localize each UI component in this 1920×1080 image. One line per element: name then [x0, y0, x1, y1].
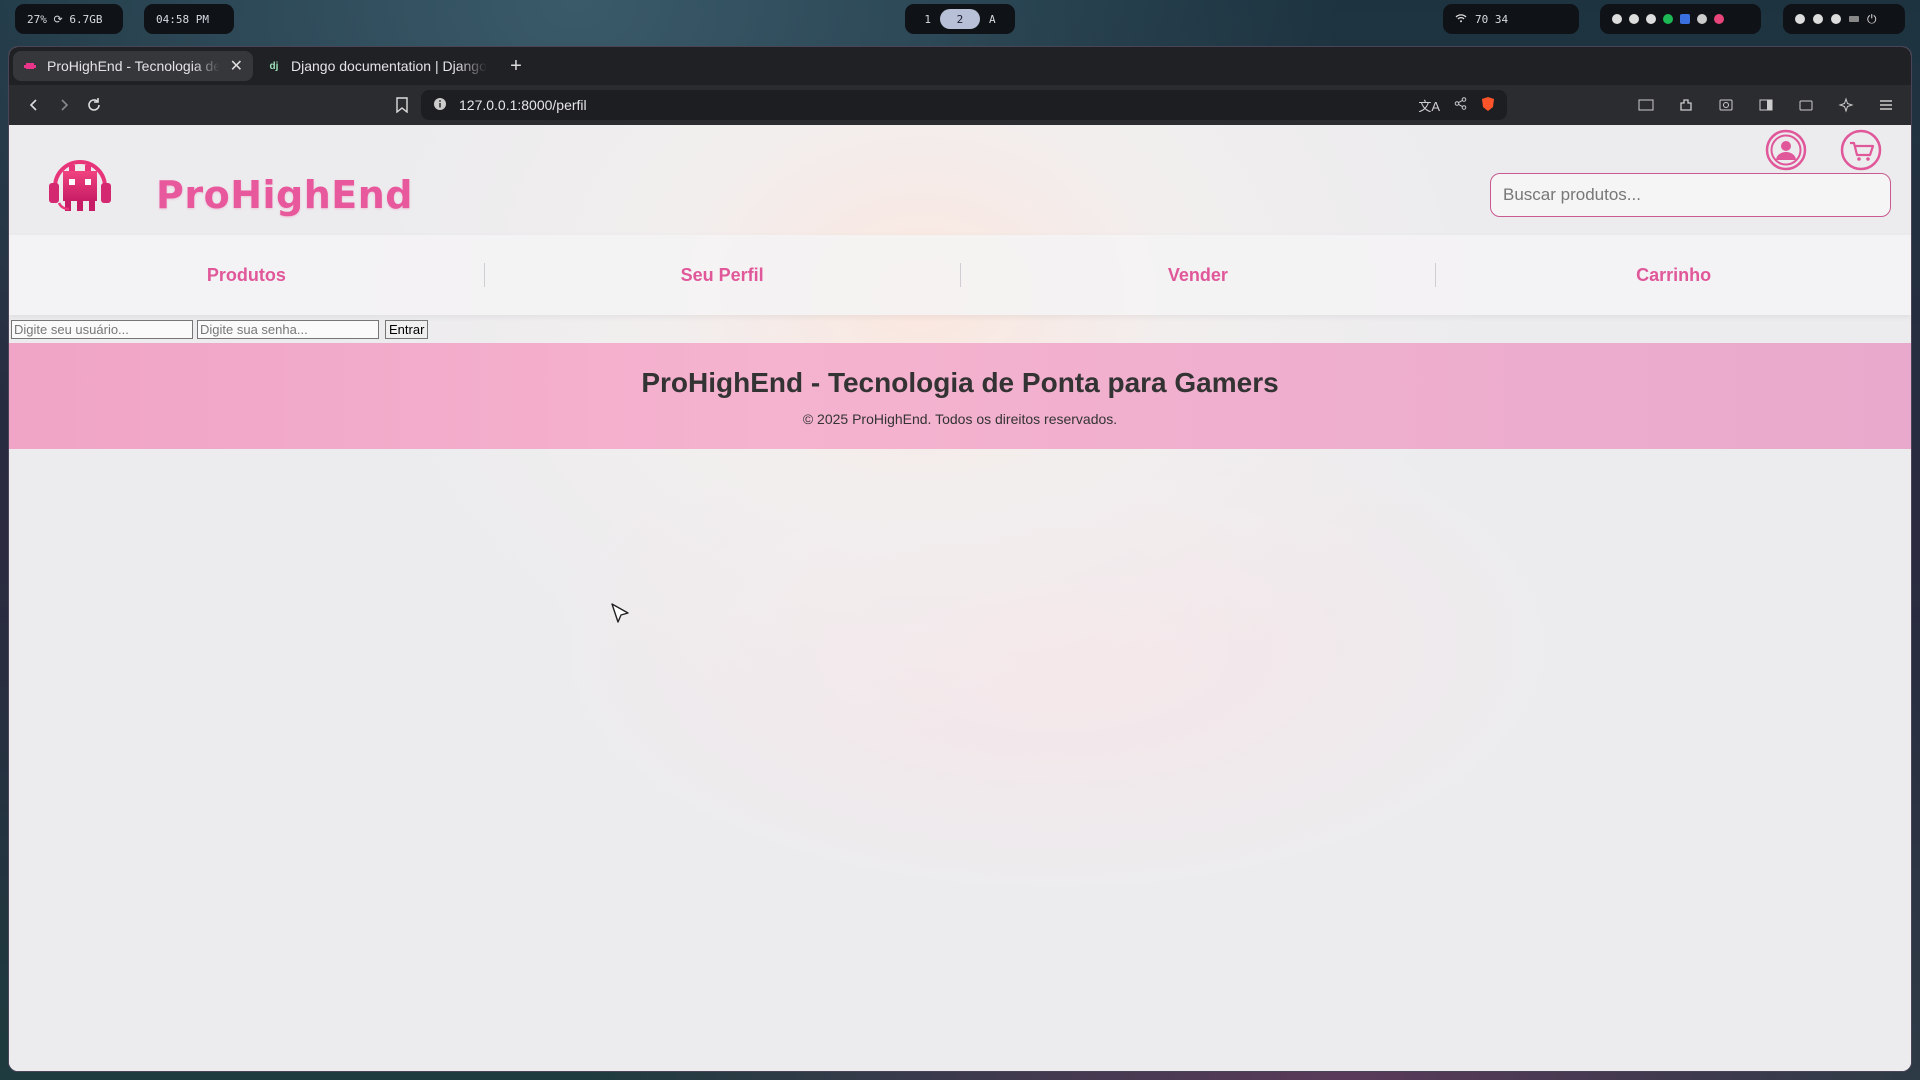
- new-tab-button[interactable]: +: [501, 55, 531, 78]
- tab-strip: ProHighEnd - Tecnologia de Ponta para Ga…: [9, 47, 1911, 85]
- wifi-icon: [1455, 13, 1467, 26]
- brightness-icon[interactable]: [1646, 14, 1656, 24]
- web-page: ProHighEnd Produtos: [9, 125, 1911, 1071]
- screenshot-icon[interactable]: [1711, 90, 1741, 120]
- login-button[interactable]: Entrar: [385, 319, 429, 339]
- nav-produtos[interactable]: Produtos: [9, 265, 484, 286]
- search-input[interactable]: [1490, 173, 1891, 217]
- files-icon[interactable]: [1831, 14, 1841, 24]
- system-bar: 27% ⟳ 6.7GB 04:58 PM 1 2 A 70 34 ⏻: [0, 0, 1920, 38]
- main-nav: Produtos Seu Perfil Vender Carrinho: [9, 235, 1911, 315]
- spotify-icon[interactable]: [1663, 14, 1673, 24]
- workspace-switcher[interactable]: 1 2 A: [905, 4, 1015, 34]
- share-icon[interactable]: [1454, 97, 1467, 113]
- username-input[interactable]: [11, 319, 193, 339]
- invader-logo-icon[interactable]: [45, 151, 115, 221]
- django-favicon-icon: dj: [269, 60, 279, 72]
- sidebar-icon[interactable]: [1751, 90, 1781, 120]
- power-icon[interactable]: ⏻: [1867, 12, 1877, 27]
- login-form: Entrar: [9, 315, 1911, 343]
- bookmark-icon[interactable]: [387, 90, 417, 120]
- nav-seu-perfil[interactable]: Seu Perfil: [485, 265, 960, 286]
- session-icons: ⏻: [1783, 4, 1905, 34]
- reload-icon[interactable]: [79, 90, 109, 120]
- mouse-cursor-icon: [610, 602, 630, 629]
- bitwarden-icon[interactable]: [1680, 14, 1690, 24]
- password-input[interactable]: [197, 319, 379, 339]
- invader-favicon-icon: [23, 59, 37, 73]
- cast-icon[interactable]: [1697, 14, 1707, 24]
- wallet-icon[interactable]: [1791, 90, 1821, 120]
- reading-list-icon[interactable]: [1631, 90, 1661, 120]
- clock-text: 04:58 PM: [156, 12, 209, 26]
- back-icon[interactable]: [19, 90, 49, 120]
- menu-icon[interactable]: [1871, 90, 1901, 120]
- user-profile-icon[interactable]: [1765, 129, 1807, 171]
- brand-name[interactable]: ProHighEnd: [156, 173, 413, 217]
- workspace-1[interactable]: 1: [917, 9, 938, 29]
- extensions-icon[interactable]: [1671, 90, 1701, 120]
- tray-icons: [1600, 4, 1761, 34]
- browser-toolbar: 127.0.0.1:8000/perfil 文A: [9, 85, 1911, 125]
- clock-widget: 04:58 PM: [144, 4, 234, 34]
- tab-prohighend[interactable]: ProHighEnd - Tecnologia de Ponta para Ga…: [13, 51, 253, 81]
- system-stats-text: 27% ⟳ 6.7GB: [27, 12, 103, 26]
- discord-icon[interactable]: [1813, 14, 1823, 24]
- address-bar[interactable]: 127.0.0.1:8000/perfil 文A: [421, 90, 1507, 120]
- footer-copyright: © 2025 ProHighEnd. Todos os direitos res…: [802, 411, 1118, 427]
- site-info-icon[interactable]: [433, 97, 447, 114]
- browser-window: ProHighEnd - Tecnologia de Ponta para Ga…: [8, 46, 1912, 1072]
- shopping-cart-icon[interactable]: [1840, 129, 1882, 171]
- nav-carrinho[interactable]: Carrinho: [1436, 265, 1911, 286]
- site-footer: ProHighEnd - Tecnologia de Ponta para Ga…: [9, 343, 1911, 449]
- close-tab-icon[interactable]: ✕: [230, 56, 243, 76]
- toolbar-right: [1631, 90, 1901, 120]
- status-indicators: 70 34: [1443, 4, 1579, 34]
- bluetooth-icon[interactable]: [1612, 14, 1622, 24]
- menu-icon[interactable]: [1849, 16, 1859, 22]
- tray-app-icon[interactable]: [1795, 14, 1805, 24]
- app-icon[interactable]: [1714, 14, 1724, 24]
- tab-django-docs[interactable]: dj Django documentation | Django documen…: [257, 51, 497, 81]
- forward-icon[interactable]: [49, 90, 79, 120]
- url-text[interactable]: 127.0.0.1:8000/perfil: [459, 97, 1406, 113]
- workspace-a[interactable]: A: [982, 9, 1003, 29]
- tab-title: ProHighEnd - Tecnologia de Ponta para Ga…: [47, 58, 220, 74]
- status-text: 70 34: [1475, 12, 1509, 26]
- nav-vender[interactable]: Vender: [961, 265, 1436, 286]
- system-stats: 27% ⟳ 6.7GB: [15, 4, 123, 34]
- site-header: ProHighEnd: [9, 125, 1911, 235]
- footer-title: ProHighEnd - Tecnologia de Ponta para Ga…: [641, 367, 1279, 398]
- leo-ai-icon[interactable]: [1831, 90, 1861, 120]
- brave-shields-icon[interactable]: [1481, 96, 1495, 115]
- tab-title: Django documentation | Django documentat…: [291, 58, 487, 74]
- translate-icon[interactable]: 文A: [1418, 96, 1440, 115]
- workspace-2[interactable]: 2: [940, 9, 980, 29]
- network-icon[interactable]: [1629, 14, 1639, 24]
